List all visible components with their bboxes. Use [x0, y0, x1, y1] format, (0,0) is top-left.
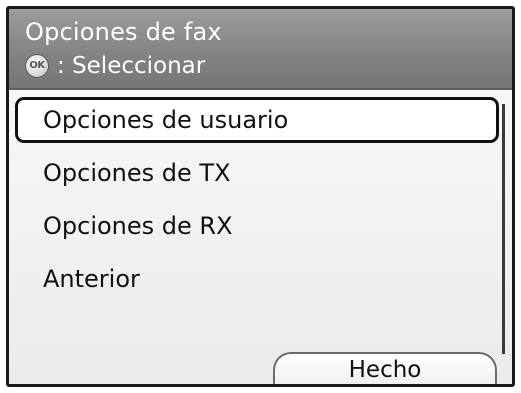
menu-item-rx-options[interactable]: Opciones de RX	[15, 203, 499, 249]
done-button-label: Hecho	[348, 357, 422, 383]
menu-item-label: Opciones de RX	[43, 212, 233, 240]
list-scrollbar[interactable]	[502, 104, 505, 354]
ok-button-icon: OK	[25, 54, 49, 78]
select-hint-text: : Seleccionar	[57, 53, 206, 79]
menu-item-back[interactable]: Anterior	[15, 256, 499, 302]
screen-header: Opciones de fax OK : Seleccionar	[9, 9, 512, 90]
menu-item-tx-options[interactable]: Opciones de TX	[15, 150, 499, 196]
screen-title: Opciones de fax	[25, 18, 222, 46]
select-hint: OK : Seleccionar	[25, 52, 205, 80]
fax-options-screen: Opciones de fax OK : Seleccionar Opcione…	[6, 6, 515, 387]
done-button[interactable]: Hecho	[273, 352, 497, 384]
menu-item-label: Opciones de usuario	[43, 106, 289, 134]
menu-item-user-options[interactable]: Opciones de usuario	[15, 97, 499, 143]
menu-item-label: Opciones de TX	[43, 159, 231, 187]
options-list: Opciones de usuario Opciones de TX Opcio…	[9, 90, 512, 384]
ok-icon-label: OK	[29, 60, 45, 71]
menu-item-label: Anterior	[43, 265, 140, 293]
